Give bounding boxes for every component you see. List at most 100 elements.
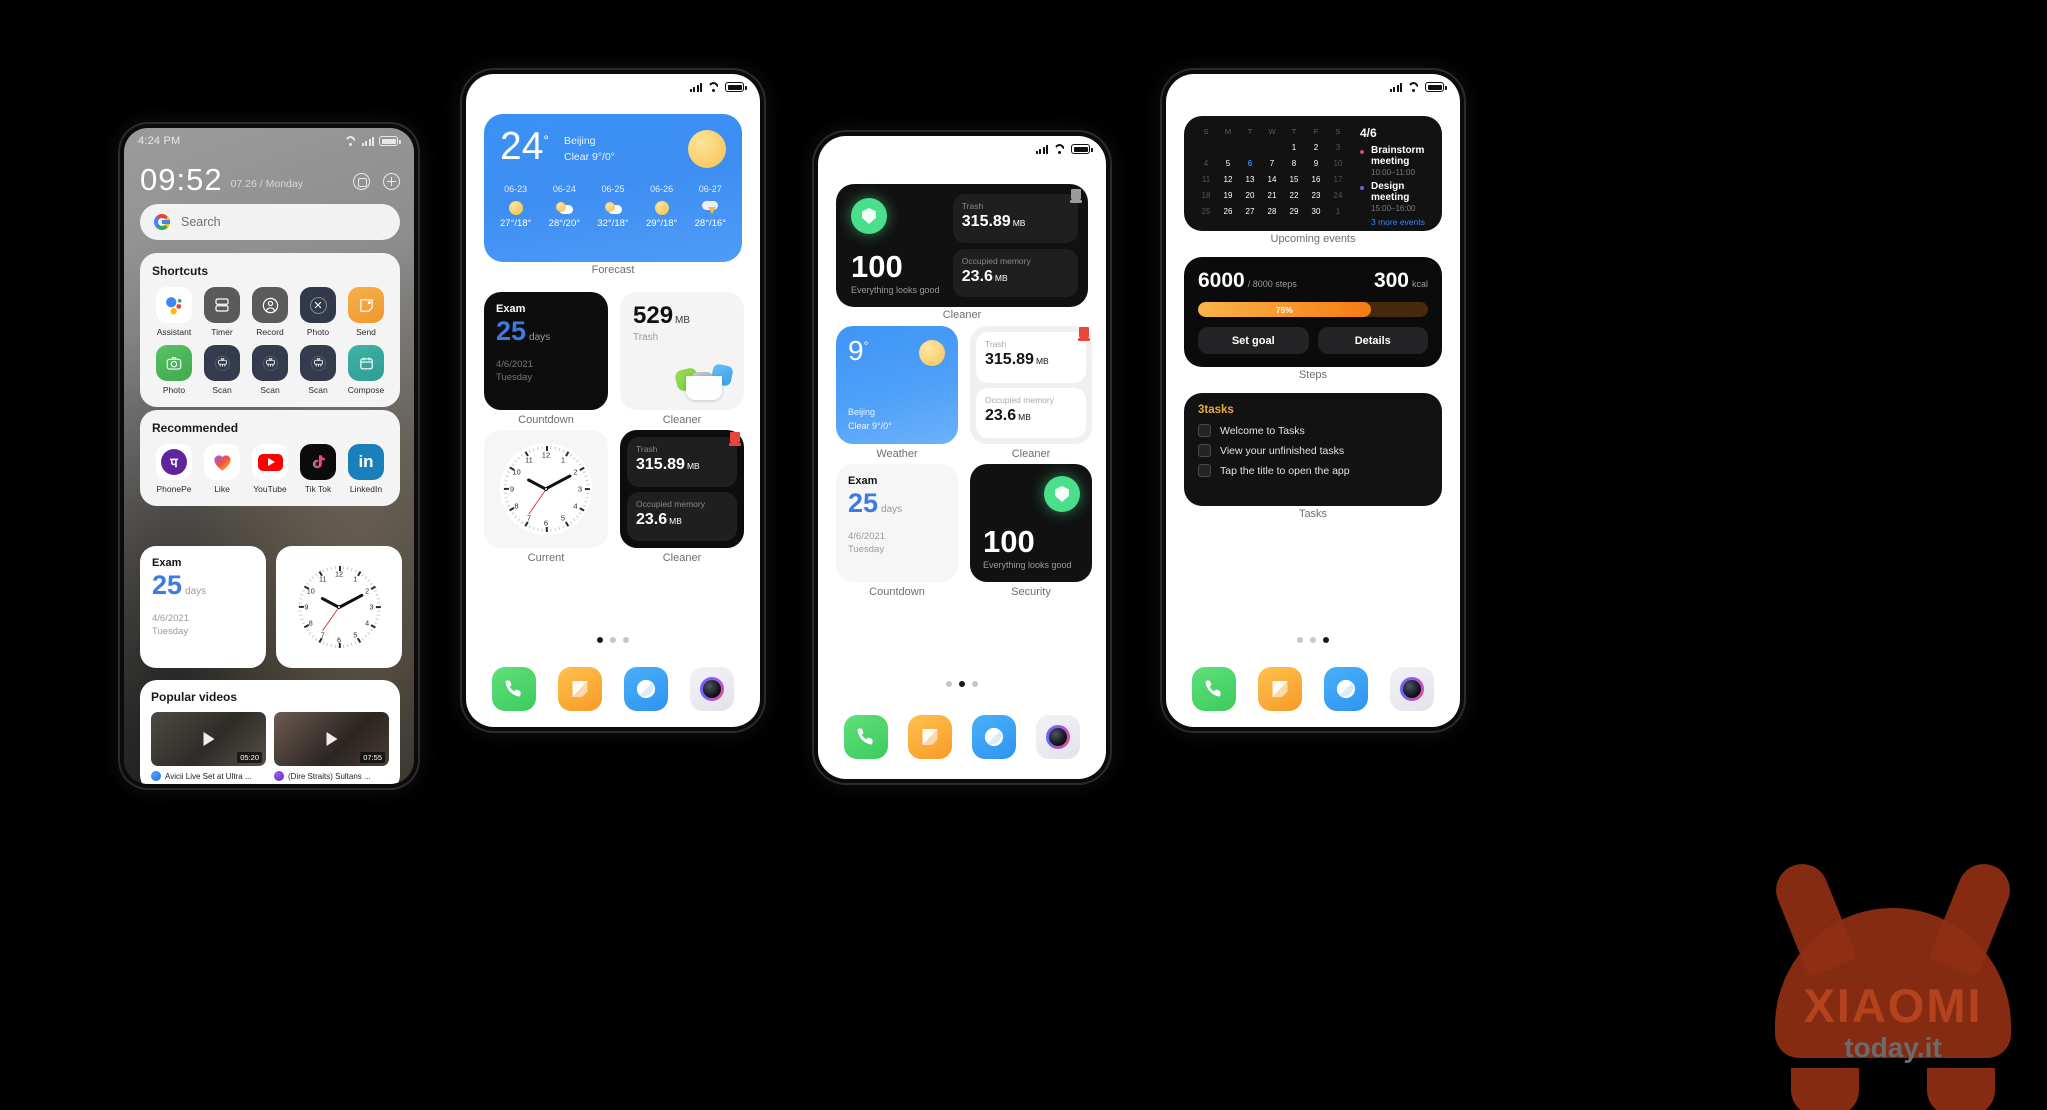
trash-cleaner-widget[interactable]: 529 MB Trash xyxy=(620,292,744,410)
calendar-day[interactable]: 14 xyxy=(1262,174,1282,189)
calendar-day[interactable]: 29 xyxy=(1284,206,1304,221)
page-dot[interactable] xyxy=(972,681,978,687)
cleaner-memory-row[interactable]: Occupied memory 23.6 MB xyxy=(952,248,1078,297)
page-indicator[interactable] xyxy=(818,681,1106,687)
calendar-day[interactable]: 9 xyxy=(1306,158,1326,173)
settings-icon[interactable] xyxy=(353,173,370,190)
dock-browser-icon[interactable] xyxy=(972,715,1016,759)
countdown-widget[interactable]: Exam 25 days 4/6/2021 Tuesday xyxy=(140,546,266,668)
cleaner-trash-row[interactable]: Trash 315.89 MB xyxy=(976,327,1090,383)
page-dot[interactable] xyxy=(959,681,965,687)
video-item[interactable]: 07:55 (Dire Straits) Sultans ... xyxy=(274,712,389,781)
calendar-day[interactable]: 27 xyxy=(1240,206,1260,221)
shortcut-camera[interactable]: Photo xyxy=(152,345,196,395)
cleaner-trash-row[interactable]: Trash 315.89 MB xyxy=(627,432,741,487)
page-dot[interactable] xyxy=(1310,637,1316,643)
calendar-day[interactable]: 10 xyxy=(1328,158,1348,173)
calendar-day[interactable]: 22 xyxy=(1284,190,1304,205)
calendar-day[interactable]: 30 xyxy=(1306,206,1326,221)
dock-phone-icon[interactable] xyxy=(492,667,536,711)
task-item[interactable]: Welcome to Tasks xyxy=(1198,424,1428,437)
calendar-day[interactable]: 1 xyxy=(1328,206,1348,221)
weather-widget[interactable]: 9° Beijing Clear 9°/0° xyxy=(836,326,958,444)
calendar-day[interactable]: 4 xyxy=(1196,158,1216,173)
cleaner-widget-light[interactable]: Trash 315.89 MB Occupied memory 23.6 MB xyxy=(970,326,1092,444)
page-dot[interactable] xyxy=(946,681,952,687)
app-tiktok[interactable]: Tik Tok xyxy=(296,444,340,494)
app-linkedin[interactable]: in LinkedIn xyxy=(344,444,388,494)
shortcut-compose[interactable]: Compose xyxy=(344,345,388,395)
app-likee[interactable]: Like xyxy=(200,444,244,494)
more-events-link[interactable]: 3 more events xyxy=(1360,217,1430,227)
shortcut-photo-close[interactable]: Photo xyxy=(296,287,340,337)
shortcut-assistant[interactable]: Assistant xyxy=(152,287,196,337)
event-item[interactable]: Brainstorm meeting 10:00–11:00 xyxy=(1360,145,1430,177)
calendar-day[interactable]: 24 xyxy=(1328,190,1348,205)
page-dot[interactable] xyxy=(1323,637,1329,643)
shortcut-send[interactable]: Send xyxy=(344,287,388,337)
calendar-day[interactable]: 11 xyxy=(1196,174,1216,189)
calendar-day[interactable]: 5 xyxy=(1218,158,1238,173)
task-item[interactable]: View your unfinished tasks xyxy=(1198,444,1428,457)
task-checkbox[interactable] xyxy=(1198,444,1211,457)
calendar-day[interactable]: 19 xyxy=(1218,190,1238,205)
tasks-widget[interactable]: 3tasks Welcome to Tasks View your unfini… xyxy=(1184,393,1442,506)
calendar-day[interactable]: 3 xyxy=(1328,142,1348,157)
steps-widget[interactable]: 6000 / 8000 steps 300 kcal 75% Set goal D… xyxy=(1184,257,1442,367)
countdown-widget[interactable]: Exam 25 days 4/6/2021 Tuesday xyxy=(836,464,958,582)
dock-browser-icon[interactable] xyxy=(1324,667,1368,711)
tasks-header[interactable]: 3tasks xyxy=(1198,404,1428,416)
event-item[interactable]: Design meeting 15:00–16:00 xyxy=(1360,181,1430,213)
page-dot[interactable] xyxy=(1297,637,1303,643)
cleaner-trash-row[interactable]: Trash 315.89 MB xyxy=(952,189,1082,243)
cleaner-memory-row[interactable]: Occupied memory 23.6 MB xyxy=(976,387,1086,438)
calendar-day[interactable]: 16 xyxy=(1306,174,1326,189)
analog-clock-widget[interactable]: 1 2 3 4 5 6 7 8 9 10 11 12 xyxy=(276,546,402,668)
calendar-day[interactable]: 28 xyxy=(1262,206,1282,221)
calendar-day[interactable]: 2 xyxy=(1306,142,1326,157)
dock-messages-icon[interactable] xyxy=(908,715,952,759)
calendar-day[interactable]: 8 xyxy=(1284,158,1304,173)
video-thumbnail[interactable]: 07:55 xyxy=(274,712,389,766)
details-button[interactable]: Details xyxy=(1317,327,1428,354)
calendar-day[interactable]: 1 xyxy=(1284,142,1304,157)
page-indicator[interactable] xyxy=(466,637,760,643)
video-item[interactable]: 05:20 Avicii Live Set at Ultra ... xyxy=(151,712,266,781)
calendar-day[interactable]: 21 xyxy=(1262,190,1282,205)
calendar-day[interactable]: 26 xyxy=(1218,206,1238,221)
shortcut-timer[interactable]: Timer xyxy=(200,287,244,337)
calendar-day[interactable]: 12 xyxy=(1218,174,1238,189)
page-indicator[interactable] xyxy=(1166,637,1460,643)
dock-camera-icon[interactable] xyxy=(1390,667,1434,711)
calendar-day[interactable]: 20 xyxy=(1240,190,1260,205)
calendar-day[interactable]: 25 xyxy=(1196,206,1216,221)
shortcut-record[interactable]: Record xyxy=(248,287,292,337)
page-dot[interactable] xyxy=(623,637,629,643)
calendar-day[interactable]: 13 xyxy=(1240,174,1260,189)
calendar-day[interactable]: 15 xyxy=(1284,174,1304,189)
calendar-day[interactable]: 23 xyxy=(1306,190,1326,205)
countdown-widget[interactable]: Exam 25 days 4/6/2021 Tuesday xyxy=(484,292,608,410)
task-checkbox[interactable] xyxy=(1198,424,1211,437)
calendar-grid[interactable]: S M T W T F S 1 2 3 4 5 6 7 8 9 10 11 12 13 14 15 16 17 18 19 20 21… xyxy=(1196,126,1348,221)
calendar-day[interactable]: 17 xyxy=(1328,174,1348,189)
search-input[interactable]: Search xyxy=(140,204,400,240)
add-widget-icon[interactable] xyxy=(383,173,400,190)
calendar-day[interactable]: 18 xyxy=(1196,190,1216,205)
dock-messages-icon[interactable] xyxy=(558,667,602,711)
calendar-day[interactable]: 6 xyxy=(1240,158,1260,173)
dock-messages-icon[interactable] xyxy=(1258,667,1302,711)
task-checkbox[interactable] xyxy=(1198,464,1211,477)
analog-clock-widget[interactable]: 1 2 3 4 5 6 7 8 9 10 11 12 xyxy=(484,430,608,548)
cleaner-memory-row[interactable]: Occupied memory 23.6 MB xyxy=(627,491,737,541)
dock-camera-icon[interactable] xyxy=(1036,715,1080,759)
dock-camera-icon[interactable] xyxy=(690,667,734,711)
dock-phone-icon[interactable] xyxy=(1192,667,1236,711)
calendar-day[interactable]: 7 xyxy=(1262,158,1282,173)
video-thumbnail[interactable]: 05:20 xyxy=(151,712,266,766)
shortcut-scan-3[interactable]: Scan xyxy=(296,345,340,395)
calendar-widget[interactable]: S M T W T F S 1 2 3 4 5 6 7 8 9 10 11 12 13 14 15 16 17 18 19 20 21… xyxy=(1184,116,1442,231)
app-youtube[interactable]: YouTube xyxy=(248,444,292,494)
security-widget[interactable]: 100 Everything looks good xyxy=(970,464,1092,582)
page-dot[interactable] xyxy=(597,637,603,643)
